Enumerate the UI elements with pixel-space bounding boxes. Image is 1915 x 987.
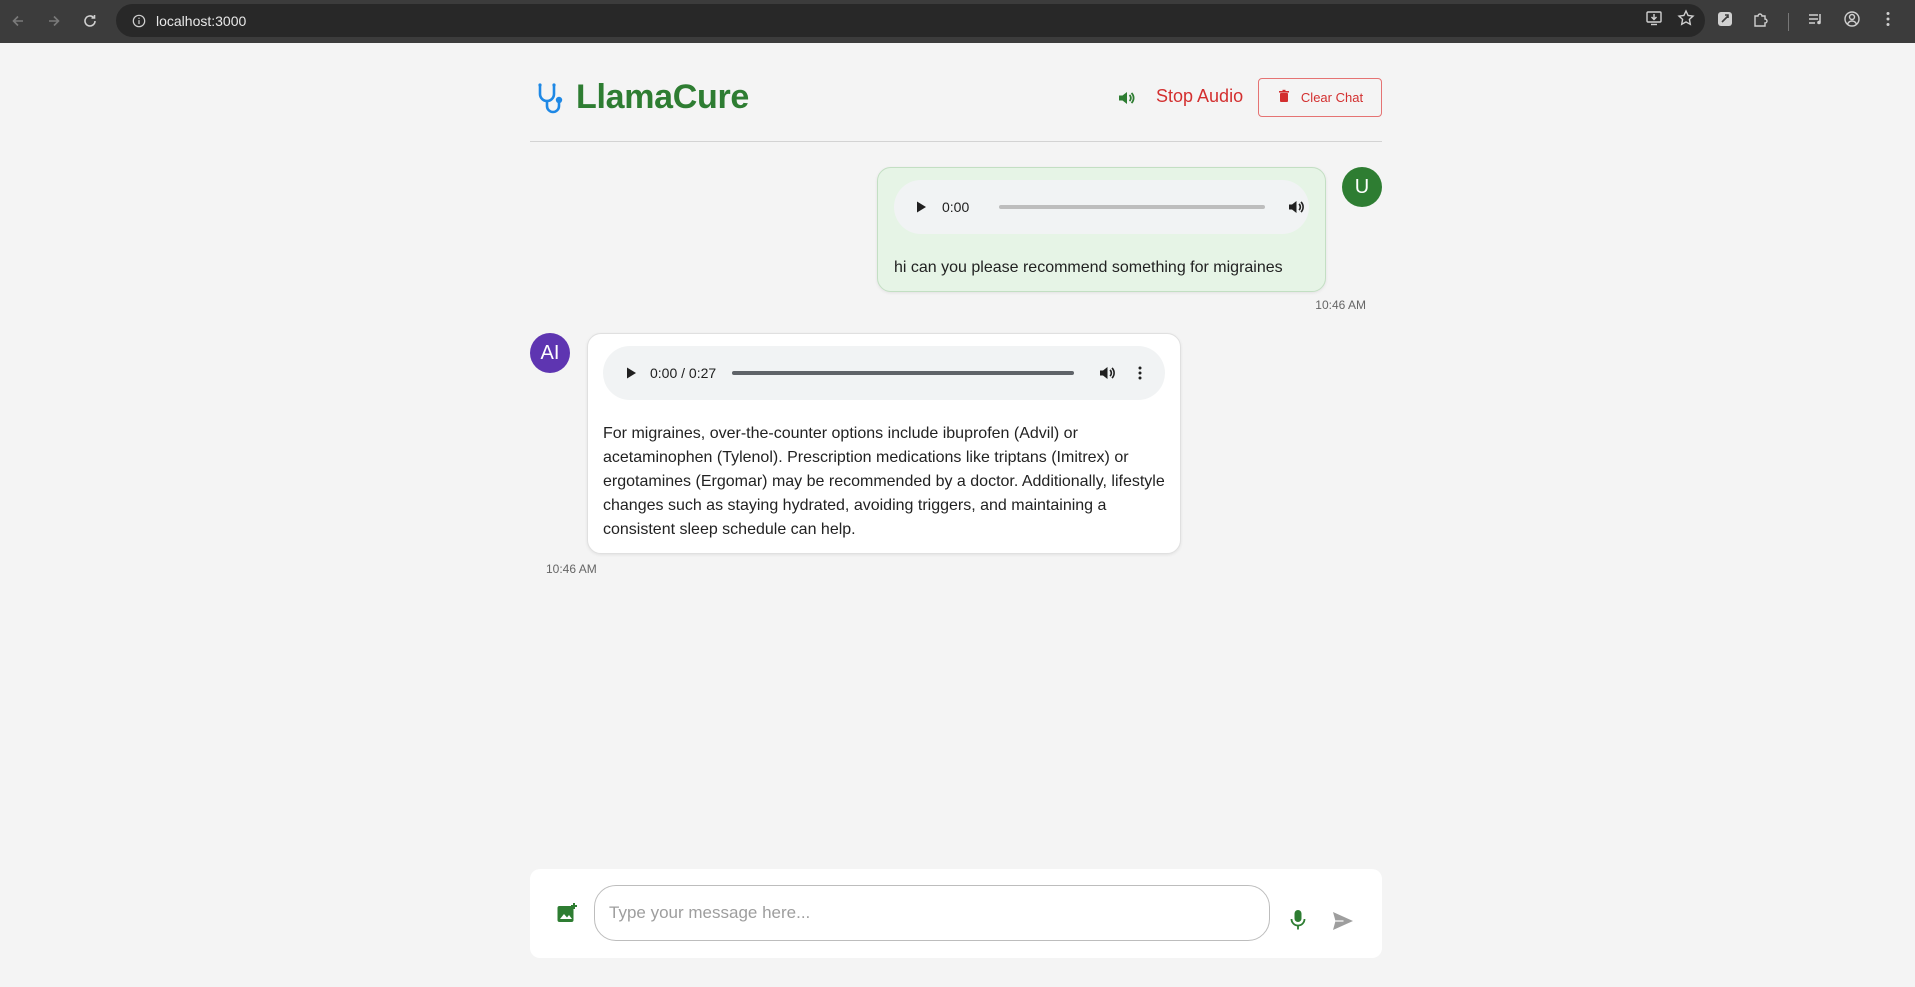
add-image-icon[interactable] [556,902,580,926]
audio-time: 0:00 / 0:27 [650,365,717,381]
send-icon[interactable] [1332,911,1356,933]
message-input[interactable] [594,885,1270,941]
audio-progress-track[interactable] [732,371,1075,375]
stethoscope-icon [534,80,570,116]
audio-volume-icon[interactable] [1098,364,1116,382]
address-bar[interactable]: localhost:3000 [116,4,1705,37]
clear-chat-button[interactable]: Clear Chat [1258,78,1382,117]
audio-more-options-icon[interactable] [1132,365,1148,381]
audio-time: 0:00 [942,199,970,215]
bookmark-star-icon[interactable] [1677,9,1695,32]
ai-message-timestamp: 10:46 AM [546,562,597,576]
message-composer [530,869,1382,958]
app-title: LlamaCure [576,78,750,116]
ai-audio-player[interactable]: 0:00 / 0:27 [603,346,1165,400]
media-control-icon[interactable] [1807,10,1825,33]
toolbar-divider [1788,12,1789,31]
microphone-icon[interactable] [1288,909,1310,933]
ai-message-bubble: 0:00 / 0:27 For migraines, over-the-coun… [587,333,1181,554]
volume-icon[interactable] [1112,84,1140,112]
app-header: LlamaCure Stop Audio Clear Chat [530,70,1382,142]
ai-message-text: For migraines, over-the-counter options … [603,425,1165,538]
browser-menu-icon[interactable] [1879,10,1897,33]
reload-icon[interactable] [72,3,108,39]
install-app-icon[interactable] [1645,9,1663,32]
profile-icon[interactable] [1843,10,1861,33]
user-avatar: U [1342,167,1382,207]
url-text[interactable]: localhost:3000 [156,13,246,29]
clear-chat-label: Clear Chat [1300,90,1364,105]
audio-volume-icon[interactable] [1287,198,1305,216]
site-info-icon[interactable] [122,4,156,37]
ai-avatar: AI [530,333,570,373]
user-audio-player[interactable]: 0:00 [894,180,1309,234]
user-message-bubble: 0:00 hi can you please recommend somethi… [877,167,1326,292]
play-icon[interactable] [912,198,930,216]
forward-icon[interactable] [36,3,72,39]
user-message-text: hi can you please recommend something fo… [894,259,1283,276]
audio-progress-track[interactable] [999,205,1266,209]
trash-icon [1277,89,1291,106]
app-logo: LlamaCure [534,78,749,117]
stop-audio-button[interactable]: Stop Audio [1156,84,1243,108]
back-icon[interactable] [0,3,36,39]
play-icon[interactable] [622,364,640,382]
browser-toolbar: localhost:3000 [0,0,1915,43]
extension-icon[interactable] [1716,10,1734,33]
user-message-timestamp: 10:46 AM [1315,298,1366,312]
extensions-puzzle-icon[interactable] [1752,10,1770,33]
